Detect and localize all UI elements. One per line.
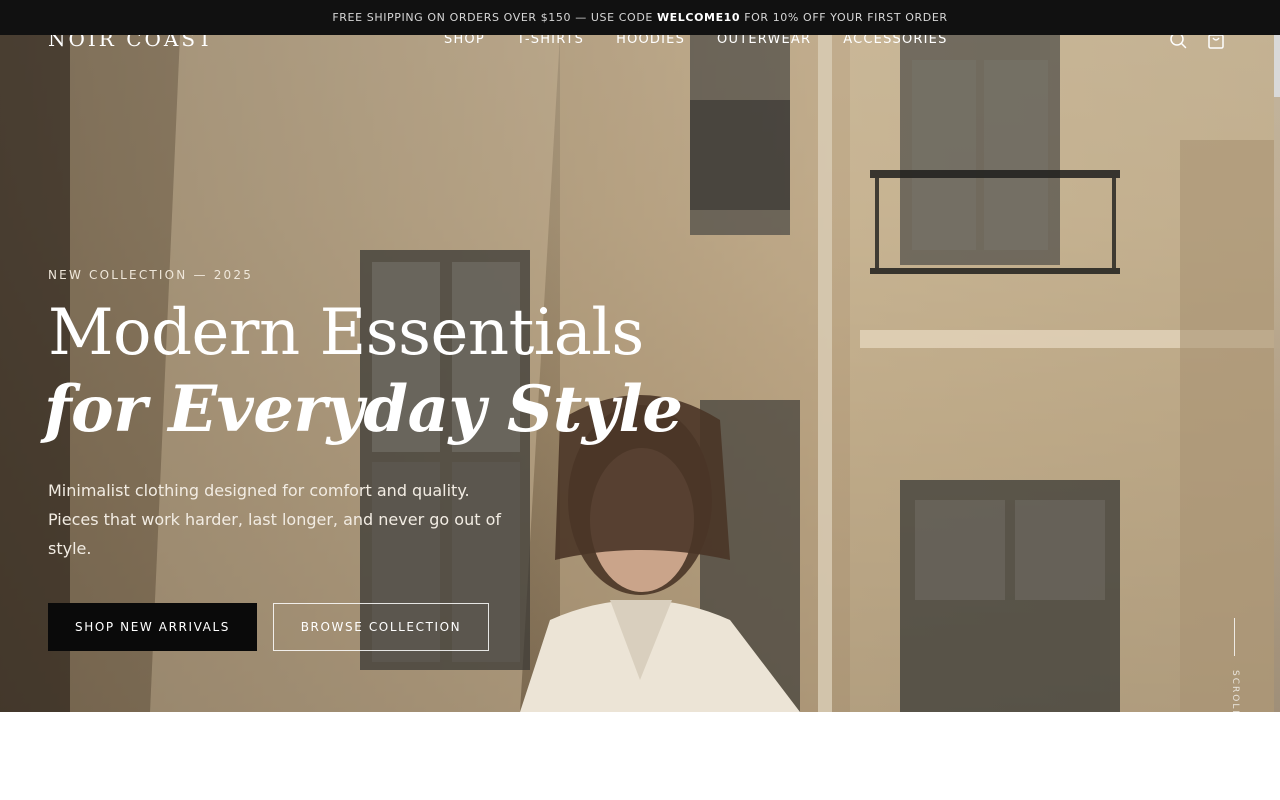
announcement-bar: FREE SHIPPING ON ORDERS OVER $150 — USE … (0, 0, 1280, 35)
promo-code: WELCOME10 (656, 11, 741, 24)
nav-item-hoodies[interactable]: HOODIES (616, 32, 685, 52)
announcement-text-suffix: FOR 10% OFF YOUR FIRST ORDER (744, 11, 948, 24)
main-nav: SHOP T-SHIRTS HOODIES OUTERWEAR ACCESSOR… (444, 32, 948, 52)
page-scrollbar-thumb[interactable] (1274, 35, 1280, 97)
nav-item-t-shirts[interactable]: T-SHIRTS (517, 32, 584, 52)
nav-item-outerwear[interactable]: OUTERWEAR (717, 32, 811, 52)
scroll-indicator-line (1234, 618, 1235, 656)
hero-title-line-2: for Everyday Style (44, 372, 683, 447)
announcement-text: FREE SHIPPING ON ORDERS OVER $150 — USE … (332, 11, 653, 24)
scroll-indicator[interactable]: SCROLL (1228, 618, 1242, 717)
page-scrollbar-track[interactable] (1274, 35, 1280, 712)
hero-description: Minimalist clothing designed for comfort… (48, 481, 501, 558)
hero-eyebrow: NEW COLLECTION — 2025 (48, 268, 254, 282)
browse-collection-button[interactable]: BROWSE COLLECTION (273, 603, 489, 651)
page: FREE SHIPPING ON ORDERS OVER $150 — USE … (0, 0, 1280, 800)
shop-new-arrivals-button[interactable]: SHOP NEW ARRIVALS (48, 603, 257, 651)
nav-item-accessories[interactable]: ACCESSORIES (843, 32, 947, 52)
nav-item-shop[interactable]: SHOP (444, 32, 485, 52)
scroll-indicator-label: SCROLL (1230, 670, 1240, 718)
hero-title-line-1: Modern Essentials (48, 296, 644, 370)
